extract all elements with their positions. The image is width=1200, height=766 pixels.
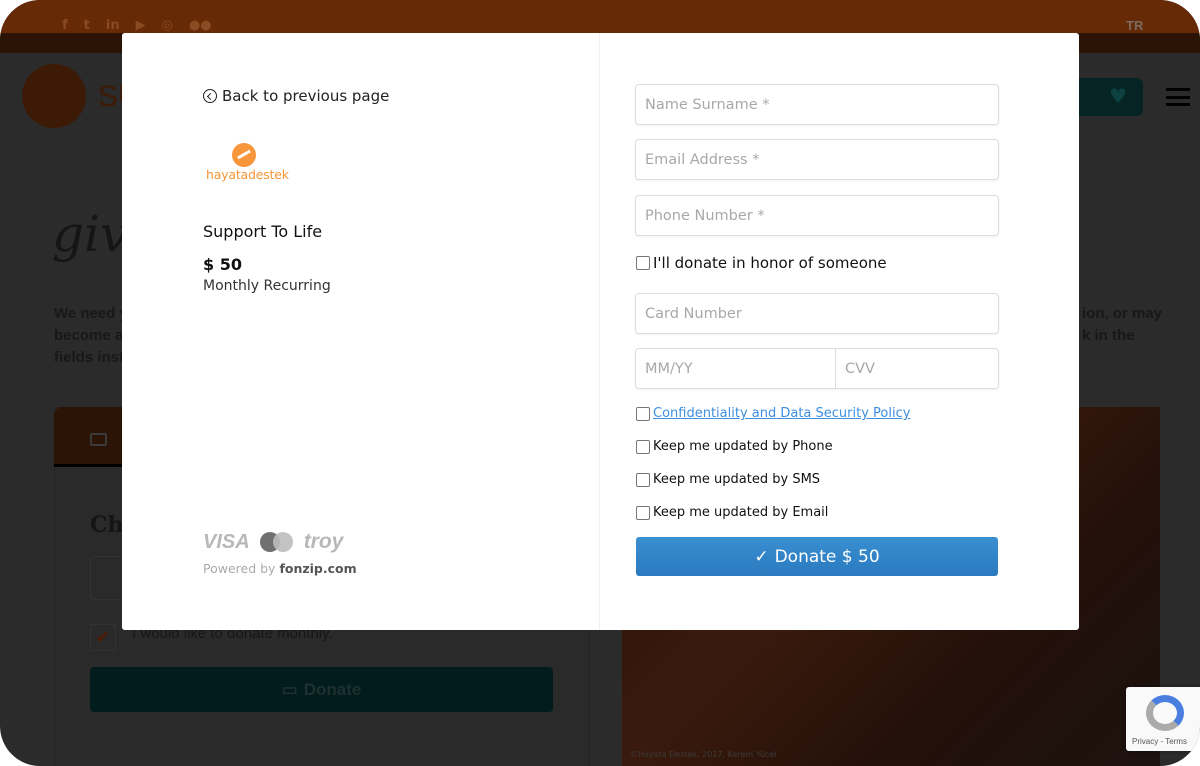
card-payment-tab[interactable] [54, 407, 124, 467]
updates-sms-label: Keep me updated by SMS [653, 472, 821, 487]
social-links: f t in ▶ ◎ ●● [62, 18, 212, 33]
donation-amount: $ 50 [203, 255, 242, 274]
policy-checkbox[interactable]: Confidentiality and Data Security Policy [636, 406, 910, 421]
troy-logo: troy [303, 530, 344, 553]
credit-card-icon [90, 433, 107, 446]
card-brands: VISA troy [203, 530, 343, 554]
monthly-checkbox[interactable]: ✔ [90, 624, 116, 651]
credit-card-icon: ▭ [281, 679, 298, 699]
intro-text-left: We need y become a fields inst [54, 303, 128, 369]
powered-by-brand[interactable]: fonzip.com [279, 561, 356, 576]
payment-form: I'll donate in honor of someone Confiden… [600, 33, 1079, 630]
linkedin-icon[interactable]: in [106, 18, 120, 33]
card-number-input[interactable] [635, 293, 999, 334]
name-input[interactable] [635, 84, 999, 125]
updates-sms-checkbox[interactable]: Keep me updated by SMS [636, 472, 820, 487]
intro-line: become a [54, 327, 124, 344]
mastercard-icon [259, 531, 294, 553]
visa-logo: VISA [203, 530, 250, 553]
org-logo: hayatadestek [206, 143, 289, 185]
summary-panel: Back to previous page hayatadestek Suppo… [122, 33, 600, 630]
submit-label: Donate $ 50 [774, 546, 880, 567]
twitter-icon[interactable]: t [84, 18, 90, 33]
honor-label: I'll donate in honor of someone [653, 254, 887, 272]
expiry-input[interactable] [636, 349, 836, 388]
checkbox-box[interactable] [636, 505, 650, 520]
facebook-icon[interactable]: f [62, 18, 68, 33]
check-icon: ✓ [754, 546, 769, 567]
language-switch[interactable]: TR [1126, 18, 1143, 33]
donation-frequency: Monthly Recurring [203, 278, 331, 294]
checkbox-box[interactable] [636, 472, 650, 487]
phone-input[interactable] [635, 195, 999, 236]
heart-hand-icon: ♥ [1109, 84, 1127, 108]
hands-logo-icon [232, 143, 256, 167]
email-input[interactable] [635, 139, 999, 180]
instagram-icon[interactable]: ◎ [162, 18, 173, 33]
script-heading: giv [52, 205, 129, 263]
updates-phone-checkbox[interactable]: Keep me updated by Phone [636, 439, 833, 454]
powered-by-label: Powered by [203, 561, 276, 576]
expiry-cvv-group [635, 348, 1035, 389]
updates-phone-label: Keep me updated by Phone [653, 439, 833, 454]
site-logo-icon[interactable] [22, 64, 86, 128]
recaptcha-links[interactable]: Privacy - Terms [1132, 737, 1187, 746]
updates-email-checkbox[interactable]: Keep me updated by Email [636, 505, 828, 520]
intro-line: ion, or may [1082, 305, 1163, 322]
card-heading: Ch [90, 512, 124, 538]
checkbox-box[interactable] [636, 406, 650, 421]
intro-line: fields inst [54, 349, 125, 366]
donate-submit-button[interactable]: ✓ Donate $ 50 [636, 537, 998, 576]
intro-line: We need y [54, 305, 128, 322]
youtube-icon[interactable]: ▶ [136, 18, 146, 33]
policy-link[interactable]: Confidentiality and Data Security Policy [653, 406, 910, 421]
checkbox-box[interactable] [636, 439, 650, 454]
donate-button[interactable]: ▭ Donate [90, 667, 553, 712]
honor-checkbox[interactable]: I'll donate in honor of someone [636, 254, 887, 272]
back-label: Back to previous page [222, 87, 390, 105]
recaptcha-icon [1146, 695, 1184, 731]
chevron-left-circle-icon [203, 89, 217, 103]
intro-line: k in the [1082, 327, 1135, 344]
intro-text-right: ion, or may k in the [1082, 303, 1162, 347]
photo-caption: ©Hayata Destek, 2017, Kerem Yücel [630, 750, 777, 759]
donate-label: Donate [303, 679, 362, 699]
page-frame: f t in ▶ ◎ ●● TR SU ♥ giv We need y beco… [0, 0, 1200, 766]
back-link[interactable]: Back to previous page [203, 87, 389, 105]
recaptcha-badge[interactable]: Privacy - Terms [1126, 687, 1200, 751]
menu-icon[interactable] [1166, 88, 1190, 106]
checkbox-box[interactable] [636, 256, 650, 270]
flickr-icon[interactable]: ●● [189, 18, 212, 33]
donation-modal: Back to previous page hayatadestek Suppo… [122, 33, 1079, 630]
org-name: Support To Life [203, 222, 323, 241]
powered-by: Powered by fonzip.com [203, 561, 357, 576]
cvv-input[interactable] [836, 349, 1035, 388]
updates-email-label: Keep me updated by Email [653, 505, 829, 520]
org-logo-text: hayatadestek [206, 167, 289, 182]
